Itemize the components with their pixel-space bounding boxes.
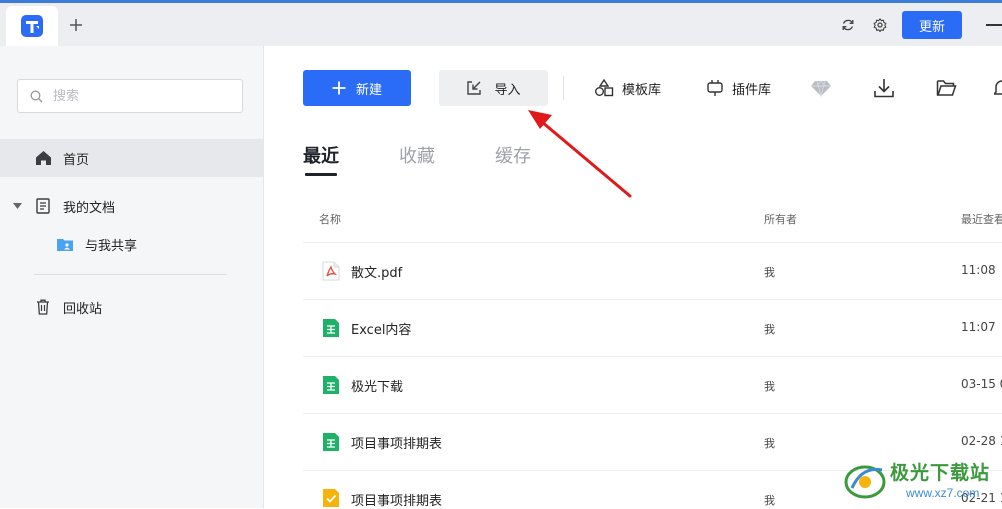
file-time: 02-28 1 — [961, 434, 1002, 448]
sheet-icon — [323, 433, 339, 451]
sheet-icon — [323, 376, 339, 394]
search-box[interactable] — [17, 79, 243, 113]
file-time: 11:08 — [961, 263, 996, 277]
search-icon — [30, 90, 43, 102]
document-icon — [34, 197, 52, 215]
import-icon — [467, 81, 482, 95]
update-button[interactable]: 更新 — [902, 11, 962, 39]
plugin-library-button[interactable]: 插件库 — [706, 70, 771, 106]
file-name[interactable]: 项目事项排期表 — [351, 490, 442, 509]
import-button-label: 导入 — [494, 82, 521, 98]
shapes-icon — [595, 79, 614, 97]
import-button[interactable]: 导入 — [439, 70, 548, 106]
file-name[interactable]: 项目事项排期表 — [351, 433, 442, 452]
sync-button[interactable] — [838, 15, 858, 35]
file-owner: 我 — [764, 266, 775, 279]
file-owner: 我 — [764, 437, 775, 450]
file-name[interactable]: 极光下载 — [351, 376, 403, 395]
column-header-owner[interactable]: 所有者 — [764, 211, 797, 227]
file-time: 11:07 — [961, 320, 996, 334]
template-library-button[interactable]: 模板库 — [594, 70, 661, 106]
notification-button[interactable] — [994, 70, 1002, 106]
sidebar-item-my-docs[interactable]: 我的文档 — [0, 187, 263, 225]
column-header-time[interactable]: 最近查看 — [961, 211, 1002, 227]
sidebar-item-shared[interactable]: 与我共享 — [0, 225, 263, 263]
watermark-url: www.xz7.com — [906, 486, 980, 500]
watermark-logo-icon — [844, 465, 886, 499]
new-tab-button[interactable] — [64, 13, 88, 37]
plug-icon — [707, 80, 723, 96]
file-owner: 我 — [764, 494, 775, 507]
tab-favorites[interactable]: 收藏 — [399, 142, 435, 168]
file-owner: 我 — [764, 380, 775, 393]
toolbar-divider — [563, 76, 564, 100]
row-divider — [303, 413, 1002, 414]
sheet-icon — [323, 319, 339, 337]
header-divider — [303, 242, 1002, 243]
sidebar-item-label: 首页 — [63, 152, 90, 168]
download-button[interactable] — [873, 70, 895, 106]
premium-button[interactable] — [810, 70, 832, 106]
file-owner: 我 — [764, 323, 775, 336]
watermark-text: 极光下载站 — [890, 462, 991, 484]
app-logo-icon — [21, 15, 43, 37]
active-tab-indicator — [305, 173, 337, 176]
row-divider — [303, 299, 1002, 300]
task-icon — [323, 489, 339, 507]
open-folder-button[interactable] — [936, 70, 957, 106]
file-time: 03-15 0 — [961, 377, 1002, 391]
home-icon — [34, 149, 52, 167]
bell-icon — [994, 80, 1002, 95]
sidebar-item-label: 回收站 — [63, 301, 103, 317]
sidebar-item-trash[interactable]: 回收站 — [0, 288, 263, 326]
caret-down-icon[interactable] — [10, 197, 24, 215]
trash-icon — [34, 298, 52, 316]
diamond-icon — [811, 80, 831, 97]
file-name[interactable]: 散文.pdf — [351, 262, 402, 281]
download-icon — [874, 79, 894, 98]
gear-icon — [873, 18, 887, 32]
new-button-label: 新建 — [355, 82, 382, 98]
new-button[interactable]: 新建 — [303, 70, 411, 106]
app-tab[interactable] — [6, 6, 58, 46]
plus-icon — [70, 19, 82, 31]
sidebar: 首页 我的文档 与我共享 回收站 — [0, 46, 264, 508]
sidebar-item-home[interactable]: 首页 — [0, 139, 263, 177]
pdf-icon — [322, 261, 340, 281]
tab-cache[interactable]: 缓存 — [495, 142, 531, 168]
file-name[interactable]: Excel内容 — [351, 319, 411, 338]
title-bar: 更新 — [0, 0, 1002, 46]
column-header-name[interactable]: 名称 — [319, 211, 341, 227]
minimize-button[interactable] — [986, 24, 1002, 26]
shared-folder-icon — [56, 235, 74, 253]
tab-recent[interactable]: 最近 — [303, 142, 339, 168]
sidebar-item-label: 与我共享 — [85, 238, 138, 254]
settings-button[interactable] — [870, 15, 890, 35]
sync-icon — [842, 19, 854, 31]
search-input[interactable] — [51, 87, 215, 105]
watermark: 极光下载站 www.xz7.com — [842, 456, 1002, 508]
sidebar-divider — [34, 274, 227, 275]
template-library-label: 模板库 — [622, 82, 662, 98]
sidebar-item-label: 我的文档 — [63, 200, 116, 216]
row-divider — [303, 356, 1002, 357]
folder-icon — [936, 80, 957, 96]
plus-icon — [332, 81, 346, 95]
plugin-library-label: 插件库 — [732, 82, 772, 98]
